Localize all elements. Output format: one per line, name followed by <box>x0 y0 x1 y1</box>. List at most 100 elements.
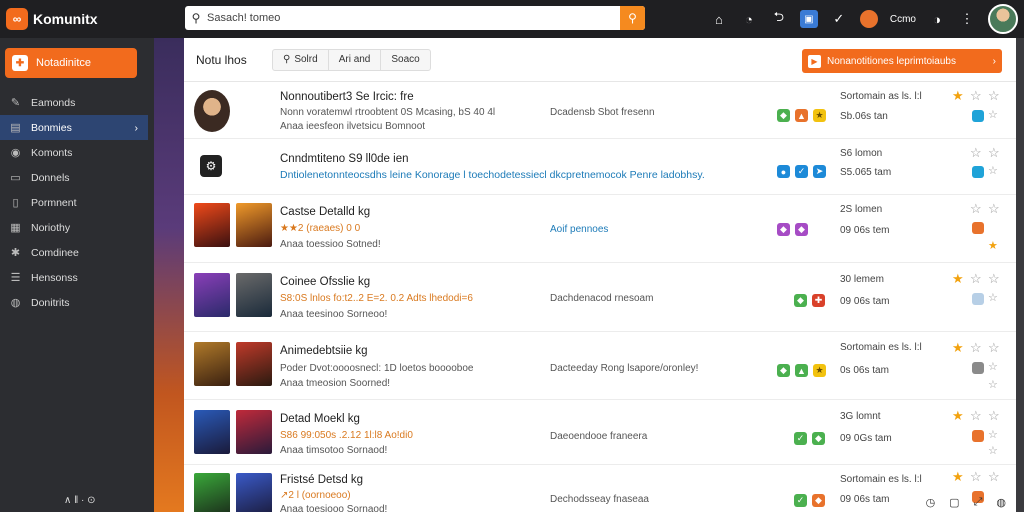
sidebar-item-0[interactable]: ✎ Eamonds <box>0 90 154 115</box>
item-title[interactable]: Cnndmtiteno S9 ll0de ien <box>280 153 409 165</box>
sidebar-item-3[interactable]: ▭ Donnels <box>0 165 154 190</box>
search-submit-icon[interactable]: ⚲ <box>620 6 645 30</box>
game-cover-image[interactable] <box>194 342 230 386</box>
tab-2[interactable]: Soaco <box>380 49 429 70</box>
star-outline-icon[interactable]: ☆ <box>988 164 998 177</box>
badge-icon[interactable] <box>972 362 984 374</box>
star-icon[interactable]: ★ <box>952 408 964 424</box>
star-outline-icon[interactable]: ☆ <box>970 88 982 104</box>
item-title[interactable]: Detad Moekl kg <box>280 413 360 425</box>
check-icon: ✓ <box>795 165 808 178</box>
sidebar-footer[interactable]: ∧ ǁ · ⊙ <box>64 495 96 506</box>
item-title[interactable]: Coinee Ofsslie kg <box>280 276 370 288</box>
star-icon[interactable]: ★ <box>988 239 998 252</box>
game-cover-image[interactable] <box>194 203 230 247</box>
info-icon[interactable]: ◑ <box>928 12 946 27</box>
item-link[interactable]: Dntiolenetonnteocsdhs leine Konorage l t… <box>280 169 705 181</box>
home-icon[interactable]: ⌂ <box>710 12 728 27</box>
item-date: S6 lomon <box>840 148 883 159</box>
game-cover-image[interactable] <box>236 342 272 386</box>
chat-icon[interactable]: ▢ <box>949 496 959 509</box>
star-icon[interactable]: ★ <box>952 340 964 356</box>
sidebar-item-5[interactable]: ▦ Noriothy <box>0 215 154 240</box>
game-cover-image[interactable] <box>236 273 272 317</box>
list-item[interactable]: Nonnoutibert3 Se Ircic: fre Nonn voratem… <box>184 82 1016 139</box>
star-icon[interactable]: ★ <box>952 469 964 485</box>
expand-icon[interactable]: ⤢ <box>974 496 983 509</box>
list-item[interactable]: Fristsé Detsd kg ↗2 l (oornoeoo) Anaa to… <box>184 465 1016 512</box>
user-label[interactable]: Ccmo <box>890 14 916 25</box>
app-icon[interactable]: ▣ <box>799 10 818 28</box>
list-item[interactable]: ⚙ Cnndmtiteno S9 ll0de ien Dntiolenetonn… <box>184 139 1016 195</box>
star-outline-icon[interactable]: ☆ <box>988 201 1000 217</box>
badge-icon[interactable] <box>972 430 984 442</box>
badge-icon[interactable] <box>972 222 984 234</box>
game-cover-image[interactable] <box>236 203 272 247</box>
star-outline-icon[interactable]: ☆ <box>988 360 998 373</box>
star-outline-icon[interactable]: ☆ <box>988 378 998 391</box>
star-outline-icon[interactable]: ☆ <box>970 145 982 161</box>
game-cover-image[interactable] <box>236 410 272 454</box>
sidebar-item-2[interactable]: ◉ Komonts <box>0 140 154 165</box>
star-outline-icon[interactable]: ☆ <box>988 88 1000 104</box>
search-bar[interactable]: ⚲ Sasach! tomeo ⚲ <box>185 6 645 30</box>
star-outline-icon[interactable]: ☆ <box>988 291 998 304</box>
globe-icon[interactable]: ◍ <box>996 496 1006 509</box>
star-icon[interactable]: ★ <box>952 271 964 287</box>
star-outline-icon[interactable]: ☆ <box>988 408 1000 424</box>
star-outline-icon[interactable]: ☆ <box>988 469 1000 485</box>
check-icon[interactable]: ✓ <box>830 11 848 27</box>
game-cover-image[interactable] <box>194 473 230 512</box>
tab-0[interactable]: ⚲ Solrd <box>273 50 328 70</box>
item-title[interactable]: Animedebtsiie kg <box>280 345 368 357</box>
game-cover-image[interactable] <box>236 473 272 512</box>
star-outline-icon[interactable]: ☆ <box>970 408 982 424</box>
clock-icon[interactable]: ◔ <box>740 12 758 27</box>
notification-dot[interactable] <box>859 10 878 28</box>
star-outline-icon[interactable]: ☆ <box>988 108 998 121</box>
star-outline-icon[interactable]: ☆ <box>988 271 1000 287</box>
clock-icon[interactable]: ◷ <box>926 496 936 509</box>
list-item[interactable]: Detad Moekl kg S86 99:050s .2.12 1l:l8 A… <box>184 400 1016 465</box>
star-icon[interactable]: ★ <box>952 88 964 104</box>
item-title[interactable]: Nonnoutibert3 Se Ircic: fre <box>280 91 414 103</box>
game-cover-image[interactable] <box>194 410 230 454</box>
sidebar-item-1[interactable]: ▤ Bonmies › <box>0 115 148 140</box>
list-item[interactable]: Animedebtsiie kg Poder Dvot:oooosnecl: 1… <box>184 332 1016 400</box>
item-title[interactable]: Fristsé Detsd kg <box>280 474 363 486</box>
search-icon: ⚲ <box>283 54 291 65</box>
item-title[interactable]: Castse Detalld kg <box>280 206 370 218</box>
search-input[interactable]: Sasach! tomeo <box>207 12 620 24</box>
app-logo[interactable]: ∞ Komunitx <box>0 8 180 30</box>
check-badge-icon[interactable] <box>972 110 984 122</box>
new-button-label: Notadinitce <box>36 57 92 69</box>
star-outline-icon[interactable]: ☆ <box>970 469 982 485</box>
star-outline-icon[interactable]: ☆ <box>970 201 982 217</box>
star-outline-icon[interactable]: ☆ <box>988 428 998 441</box>
sidebar-item-label: Donitrits <box>31 296 70 309</box>
tab-1[interactable]: Ari and <box>327 49 381 70</box>
new-button[interactable]: ✚ Notadinitce <box>5 48 137 78</box>
star-outline-icon[interactable]: ☆ <box>988 145 1000 161</box>
sidebar-item-7[interactable]: ☰ Hensonss <box>0 265 154 290</box>
menu-icon[interactable]: ⋮ <box>958 11 976 27</box>
list-item[interactable]: Coinee Ofsslie kg S8:0S lnlos fo:t2..2 E… <box>184 263 1016 332</box>
item-category[interactable]: Aoif pennoes <box>550 224 608 235</box>
list-item[interactable]: Castse Detalld kg ★★2 (raeaes) 0 0 Anaa … <box>184 195 1016 263</box>
sidebar-item-8[interactable]: ◍ Donitrits <box>0 290 154 315</box>
back-icon[interactable]: ⮌ <box>770 8 788 30</box>
game-cover-image[interactable] <box>194 273 230 317</box>
sidebar-item-4[interactable]: ▯ Pormnent <box>0 190 154 215</box>
primary-action-button[interactable]: ▶ Nonanotitiones leprimtoiaubs › <box>802 49 1002 73</box>
star-outline-icon[interactable]: ☆ <box>988 340 1000 356</box>
star-outline-icon[interactable]: ☆ <box>970 271 982 287</box>
check-badge-icon[interactable] <box>972 166 984 178</box>
star-outline-icon[interactable]: ☆ <box>988 444 998 457</box>
avatar[interactable] <box>988 4 1018 34</box>
tag-icon: ◆ <box>777 109 790 122</box>
badge-icon[interactable] <box>972 293 984 305</box>
star-outline-icon[interactable]: ☆ <box>970 340 982 356</box>
logo-icon: ∞ <box>6 8 28 30</box>
scrollbar[interactable] <box>1016 38 1024 512</box>
sidebar-item-6[interactable]: ✱ Comdinee <box>0 240 154 265</box>
